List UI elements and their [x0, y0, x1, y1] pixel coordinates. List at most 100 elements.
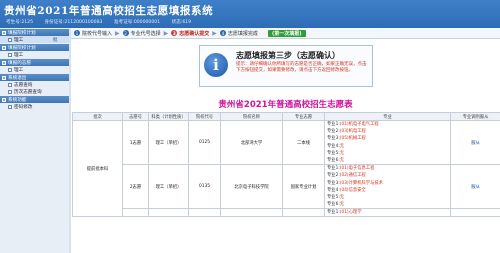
- sidebar-item[interactable]: 历次志愿查询: [0, 88, 69, 95]
- sidebar-item[interactable]: 理工: [0, 66, 69, 73]
- major-name: 无: [339, 157, 345, 163]
- col-header: 志愿号: [122, 112, 149, 121]
- major-name: (02)通信工程: [339, 173, 366, 179]
- folder-icon: [2, 60, 6, 65]
- batch-cell: 提前批本科: [72, 119, 123, 218]
- sidebar-item-label: 理工: [14, 67, 24, 73]
- major-line: 专业1:(01)心理学: [327, 209, 450, 216]
- checkbox-icon: [8, 104, 12, 109]
- cell-adjust: 服从: [450, 164, 500, 210]
- major-line: 专业2:(03)机电工程: [327, 128, 450, 135]
- sidebar-item[interactable]: 志愿查询: [0, 81, 69, 88]
- sidebar-group: 填报院校计划 理工 批: [0, 29, 69, 43]
- app-header: 贵州省2021年普通高校招生志愿填报系统 考生号:2125 身份证号:21120…: [0, 0, 500, 28]
- sidebar-group-header[interactable]: 填报的志愿: [0, 59, 69, 66]
- info-id-no: 身份证号:2112000100083: [44, 20, 103, 25]
- checkbox-icon: [8, 82, 12, 87]
- major-name: (03)机电工程: [339, 129, 366, 135]
- major-index: 专业3:: [327, 136, 340, 142]
- cell-category: 理工（单招）: [148, 119, 189, 166]
- major-line: 专业5:无: [327, 150, 450, 157]
- col-header: 科类（计划性质）: [148, 112, 189, 121]
- sidebar-item-label: 理工: [14, 52, 24, 58]
- cell-category: 理工（单招）: [148, 164, 189, 210]
- major-name: 无: [339, 143, 345, 149]
- major-index: 专业1:: [327, 166, 340, 172]
- main-content: 1 院校代号输入 ▶ 2 专业代号选择 ▶ 3 志愿确认提交 ▶ 4 志愿填报完成 (第…: [71, 28, 500, 253]
- folder-icon: [2, 30, 6, 35]
- sidebar-group-header[interactable]: 系统退出: [0, 74, 69, 81]
- sidebar-item[interactable]: 理工 批: [0, 36, 69, 43]
- checkbox-icon: [8, 37, 12, 42]
- sidebar-item-label: 志愿查询: [14, 82, 33, 88]
- step-label: 院校代号输入: [82, 30, 113, 37]
- info-icon: i: [204, 53, 228, 77]
- major-line: 专业2:(02)通信工程: [327, 172, 450, 179]
- cell-majors: 专业1:(01)心理学: [324, 208, 451, 218]
- cell-school: 北部湾大学: [220, 119, 283, 166]
- sidebar-group-header[interactable]: 系统功能: [0, 96, 69, 103]
- cell-specialty: 二本线: [282, 119, 325, 166]
- sidebar-item-extra[interactable]: 批: [53, 37, 57, 43]
- col-header: 专业调剂服从: [450, 112, 500, 121]
- sidebar-item-label: 理工: [14, 37, 24, 43]
- major-name: 无: [339, 202, 345, 208]
- sidebar-item-label: 历次志愿查询: [14, 89, 42, 95]
- major-name: (01)机电子电气工程: [339, 122, 379, 127]
- major-index: 专业1:: [327, 210, 340, 216]
- major-index: 专业4:: [327, 187, 340, 193]
- folder-icon: [2, 75, 6, 80]
- sidebar-group-header[interactable]: 填报院校计划: [0, 29, 69, 36]
- major-line: 专业1:(01)机电子电气工程: [327, 121, 450, 128]
- table-row: 提前批本科 1志愿 理工（单招） 0125 北部湾大学 二本线 专业1:(01)…: [72, 119, 500, 218]
- step-number: 4: [219, 30, 226, 36]
- sidebar-group: 系统功能 密码修改: [0, 96, 69, 110]
- sidebar-group-title: 系统功能: [8, 97, 27, 103]
- checkbox-icon: [8, 67, 12, 72]
- step-2: 2 专业代号选择: [122, 28, 161, 39]
- sidebar-group: 填报院校计划 理工: [0, 44, 69, 58]
- cell-majors: 专业1:(01)电子信息工程 专业2:(02)通信工程 专业3:(03)计算机科…: [324, 164, 451, 210]
- app-title: 贵州省2021年普通高校招生志愿填报系统: [4, 5, 214, 17]
- table-header-row: 批次 志愿号 科类（计划性质） 院校代号 院校名称 专业志愿 专业 专业调剂服从: [72, 112, 500, 121]
- arrow-right-icon: ▶: [115, 29, 120, 37]
- cell-no: 1志愿: [122, 119, 149, 166]
- sidebar: 填报院校计划 理工批 填报院校计划 理工 填报的志愿 理工 系统退出 志愿查询 …: [0, 28, 69, 253]
- table-row: 2志愿 理工（单招） 0135 北京电子科技学院 国家专业计划 专业1:(01)…: [73, 164, 500, 210]
- major-line: 专业3:(03)计算机科学与技术: [327, 180, 450, 187]
- major-name: 无: [339, 150, 345, 156]
- arrow-right-icon: ▶: [212, 29, 217, 37]
- sidebar-group-header[interactable]: 填报院校计划: [0, 44, 69, 51]
- major-index: 专业6:: [327, 202, 340, 208]
- major-name: 无: [339, 194, 345, 200]
- major-index: 专业3:: [327, 180, 340, 186]
- step-number: 1: [74, 30, 80, 36]
- cell-code: [188, 208, 221, 218]
- sidebar-group: 填报的志愿 理工: [0, 59, 69, 73]
- col-header: 院校代号: [188, 112, 221, 121]
- major-name: (03)计算机科学与技术: [339, 180, 383, 186]
- col-header: 批次: [72, 112, 123, 121]
- info-status: 状态:619: [171, 20, 192, 25]
- major-name: (04)信息安全: [339, 187, 366, 193]
- cell-specialty: [282, 208, 325, 218]
- cell-code: 0125: [188, 119, 221, 166]
- adjust-value: 服从: [471, 140, 480, 146]
- sidebar-item-label: 密码修改: [14, 104, 33, 110]
- col-header: 专业: [324, 112, 451, 121]
- step-label: 专业代号选择: [130, 30, 161, 37]
- notice-text: 提示：请仔细确认你所填写的志愿是否正确，如果正确无误，点击下方按钮提交，如果需要…: [236, 62, 367, 74]
- major-index: 专业2:: [327, 173, 340, 179]
- user-info: 考生号:2125 身份证号:2112000100083 准考证号:0000000…: [6, 19, 201, 25]
- major-index: 专业6:: [327, 157, 340, 163]
- major-line: 专业5:无: [327, 194, 450, 201]
- cell-no: 2志愿: [122, 164, 149, 210]
- sidebar-item[interactable]: 密码修改: [0, 103, 69, 110]
- cell-adjust: [450, 208, 500, 218]
- sidebar-item[interactable]: 理工: [0, 51, 69, 58]
- major-index: 专业2:: [327, 129, 340, 135]
- col-header: 院校名称: [220, 112, 283, 121]
- arrow-right-icon: ▶: [163, 29, 169, 37]
- cell-no: [122, 208, 149, 218]
- sidebar-group-title: 填报院校计划: [8, 45, 36, 51]
